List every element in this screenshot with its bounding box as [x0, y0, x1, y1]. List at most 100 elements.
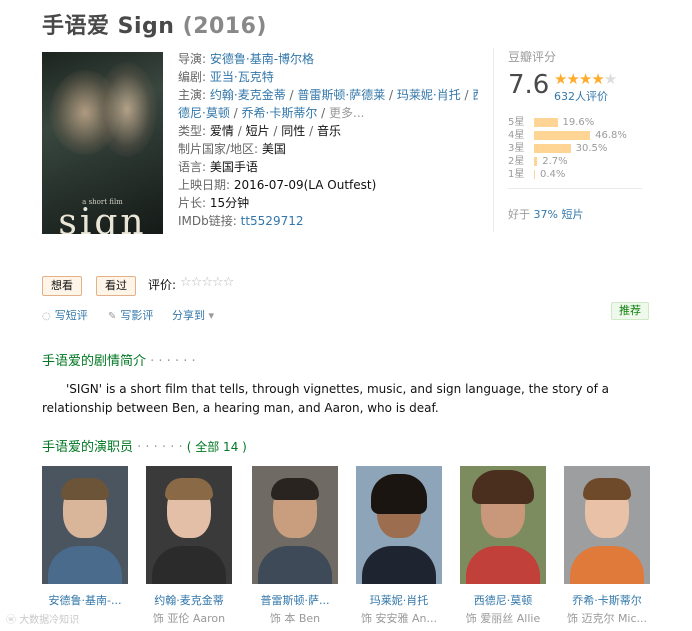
poster-word: sign — [58, 202, 147, 234]
rating-percent: 19.6% — [562, 117, 595, 128]
cast-heading: 手语爱的演职员 · · · · · · ( 全部 14 ) — [42, 436, 247, 455]
director-link[interactable]: 安德鲁·基南-博尔格 — [210, 52, 314, 66]
weibo-icon: ⓦ — [6, 615, 16, 626]
cast-link-4-end[interactable]: 德尼·莫顿 — [178, 106, 230, 120]
country-label: 制片国家/地区: — [178, 142, 259, 156]
rating-count-link[interactable]: 632人评价 — [554, 88, 608, 104]
genre-3: 同性 — [281, 124, 306, 138]
release-row: 上映日期: 2016-07-09(LA Outfest) — [178, 176, 478, 194]
rating-row-2: 2星 2.7% — [508, 155, 654, 168]
rating-row-label: 4星 — [508, 130, 525, 141]
watermark: ⓦ 大数据冷知识 — [6, 611, 79, 626]
rating-stars: ★★★★★ — [554, 70, 617, 88]
cast-link-1[interactable]: 约翰·麦克金蒂 — [210, 88, 286, 102]
star-empty-icon: ★ — [603, 70, 617, 88]
rating-row-3: 3星 30.5% — [508, 142, 654, 155]
rating-row-label: 5星 — [508, 117, 525, 128]
cast-link-2[interactable]: 普雷斯顿·萨德莱 — [297, 88, 385, 102]
cast-card[interactable]: 乔希·卡斯蒂尔 饰 迈克尔 Mic... — [564, 466, 650, 626]
comment-icon: ◌ — [42, 311, 51, 322]
genre-row: 类型: 爱情 / 短片 / 同性 / 音乐 — [178, 124, 341, 138]
cast-all-link[interactable]: ( 全部 14 ) — [187, 440, 247, 454]
rating-distribution: 5星 19.6% 4星 46.8% 3星 30.5% 2星 2.7% 1星 0.… — [508, 116, 654, 181]
cast-row-1: 主演: 约翰·麦克金蒂 / 普雷斯顿·萨德莱 / 玛莱妮·肖托 / 西 — [178, 86, 478, 104]
cast-name: 西德尼·莫顿 — [473, 594, 533, 607]
recommend-button[interactable]: 推荐 — [611, 302, 649, 320]
write-review-link[interactable]: ✎ 写影评 — [108, 307, 153, 323]
star-outline-icon: ☆ — [211, 275, 224, 290]
rating-row-1: 1星 0.4% — [508, 168, 654, 181]
country-row: 制片国家/地区: 美国 — [178, 140, 478, 158]
release-value: 2016-07-09(LA Outfest) — [233, 178, 377, 192]
cast-link-3[interactable]: 玛莱妮·肖托 — [397, 88, 461, 102]
chevron-down-icon: ▾ — [208, 309, 215, 322]
runtime-label: 片长: — [178, 196, 207, 210]
country-value: 美国 — [261, 142, 286, 156]
rating-bar — [534, 131, 591, 140]
cast-photo[interactable] — [42, 466, 128, 584]
star-icon: ★ — [578, 70, 592, 88]
synopsis-title: 手语爱的剧情简介 — [42, 354, 147, 369]
cast-photo[interactable] — [564, 466, 650, 584]
cast-more-link[interactable]: 更多... — [329, 106, 364, 120]
cast-role: 饰 本 Ben — [269, 612, 321, 625]
cast-row-2: 德尼·莫顿 / 乔希·卡斯蒂尔 / 更多... — [178, 106, 365, 120]
cast-role: 饰 爱丽丝 Allie — [465, 612, 541, 625]
imdb-row: IMDb链接: tt5529712 — [178, 212, 478, 230]
write-short-review-link[interactable]: ◌ 写短评 — [42, 307, 88, 323]
cast-link-4-start[interactable]: 西 — [472, 88, 478, 102]
writer-row: 编剧: 亚当·瓦克特 — [178, 68, 478, 86]
synopsis-dots: · · · · · · — [146, 354, 196, 369]
rating-header: 豆瓣评分 — [508, 50, 557, 64]
rating-percent: 46.8% — [595, 130, 627, 141]
movie-title: 手语爱 Sign (2016) — [42, 8, 267, 40]
watched-button[interactable]: 看过 — [96, 276, 136, 296]
rate-stars-input[interactable]: ☆☆☆☆☆ — [180, 275, 234, 290]
genre-label: 类型: — [178, 124, 207, 138]
cast-photo[interactable] — [146, 466, 232, 584]
cast-card[interactable]: 西德尼·莫顿 饰 爱丽丝 Allie — [460, 466, 546, 626]
runtime-value: 15分钟 — [209, 196, 250, 210]
synopsis-text: 'SIGN' is a short film that tells, throu… — [42, 382, 609, 415]
rating-panel: 豆瓣评分 7.6 ★★★★★ 632人评价 5星 19.6% 4星 46.8% … — [493, 48, 668, 232]
cast-photo[interactable] — [252, 466, 338, 584]
cast-card[interactable]: 普雷斯顿·萨... 饰 本 Ben — [252, 466, 338, 626]
want-to-watch-button[interactable]: 想看 — [42, 276, 82, 296]
genre-4: 音乐 — [316, 124, 341, 138]
share-label: 分享到 — [172, 309, 205, 322]
cast-card[interactable]: 约翰·麦克金蒂 饰 亚伦 Aaron — [146, 466, 232, 626]
genre-1: 爱情 — [209, 124, 234, 138]
rating-bar — [534, 144, 571, 153]
imdb-link[interactable]: tt5529712 — [241, 214, 304, 228]
better-genre-link[interactable]: 短片 — [561, 208, 583, 221]
rating-percent: 30.5% — [575, 143, 608, 154]
cast-card[interactable]: 玛莱妮·肖托 饰 安安雅 An... — [356, 466, 442, 626]
language-row: 语言: 美国手语 — [178, 158, 478, 176]
better-percent-link[interactable]: 37% — [534, 208, 558, 221]
rating-row-4: 4星 46.8% — [508, 129, 654, 142]
rating-bar — [534, 157, 538, 166]
write-short-review-label: 写短评 — [54, 309, 88, 322]
watermark-text: 大数据冷知识 — [19, 615, 80, 626]
poster-figure-right — [97, 62, 157, 157]
cast-role: 饰 亚伦 Aaron — [152, 612, 226, 625]
writer-link[interactable]: 亚当·瓦克特 — [210, 70, 274, 84]
rating-percent: 2.7% — [542, 156, 568, 167]
rating-row-5: 5星 19.6% — [508, 116, 654, 129]
cast-name: 普雷斯顿·萨... — [260, 594, 330, 607]
star-outline-icon: ☆ — [190, 275, 203, 290]
cast-photo[interactable] — [356, 466, 442, 584]
rating-bar — [534, 170, 535, 179]
share-link[interactable]: 分享到 ▾ — [172, 307, 214, 323]
movie-poster[interactable]: a short film sign — [42, 52, 163, 234]
cast-photo[interactable] — [460, 466, 546, 584]
rating-bar — [534, 118, 558, 127]
cast-card[interactable]: 安德鲁·基南-... — [42, 466, 128, 610]
genre-2: 短片 — [245, 124, 270, 138]
cast-link-5[interactable]: 乔希·卡斯蒂尔 — [242, 106, 318, 120]
star-icon: ★ — [591, 70, 604, 88]
cast-name: 玛莱妮·肖托 — [369, 594, 429, 607]
imdb-label: IMDb链接: — [178, 214, 237, 228]
language-label: 语言: — [178, 160, 207, 174]
cast-dots: · · · · · · — [133, 440, 183, 455]
